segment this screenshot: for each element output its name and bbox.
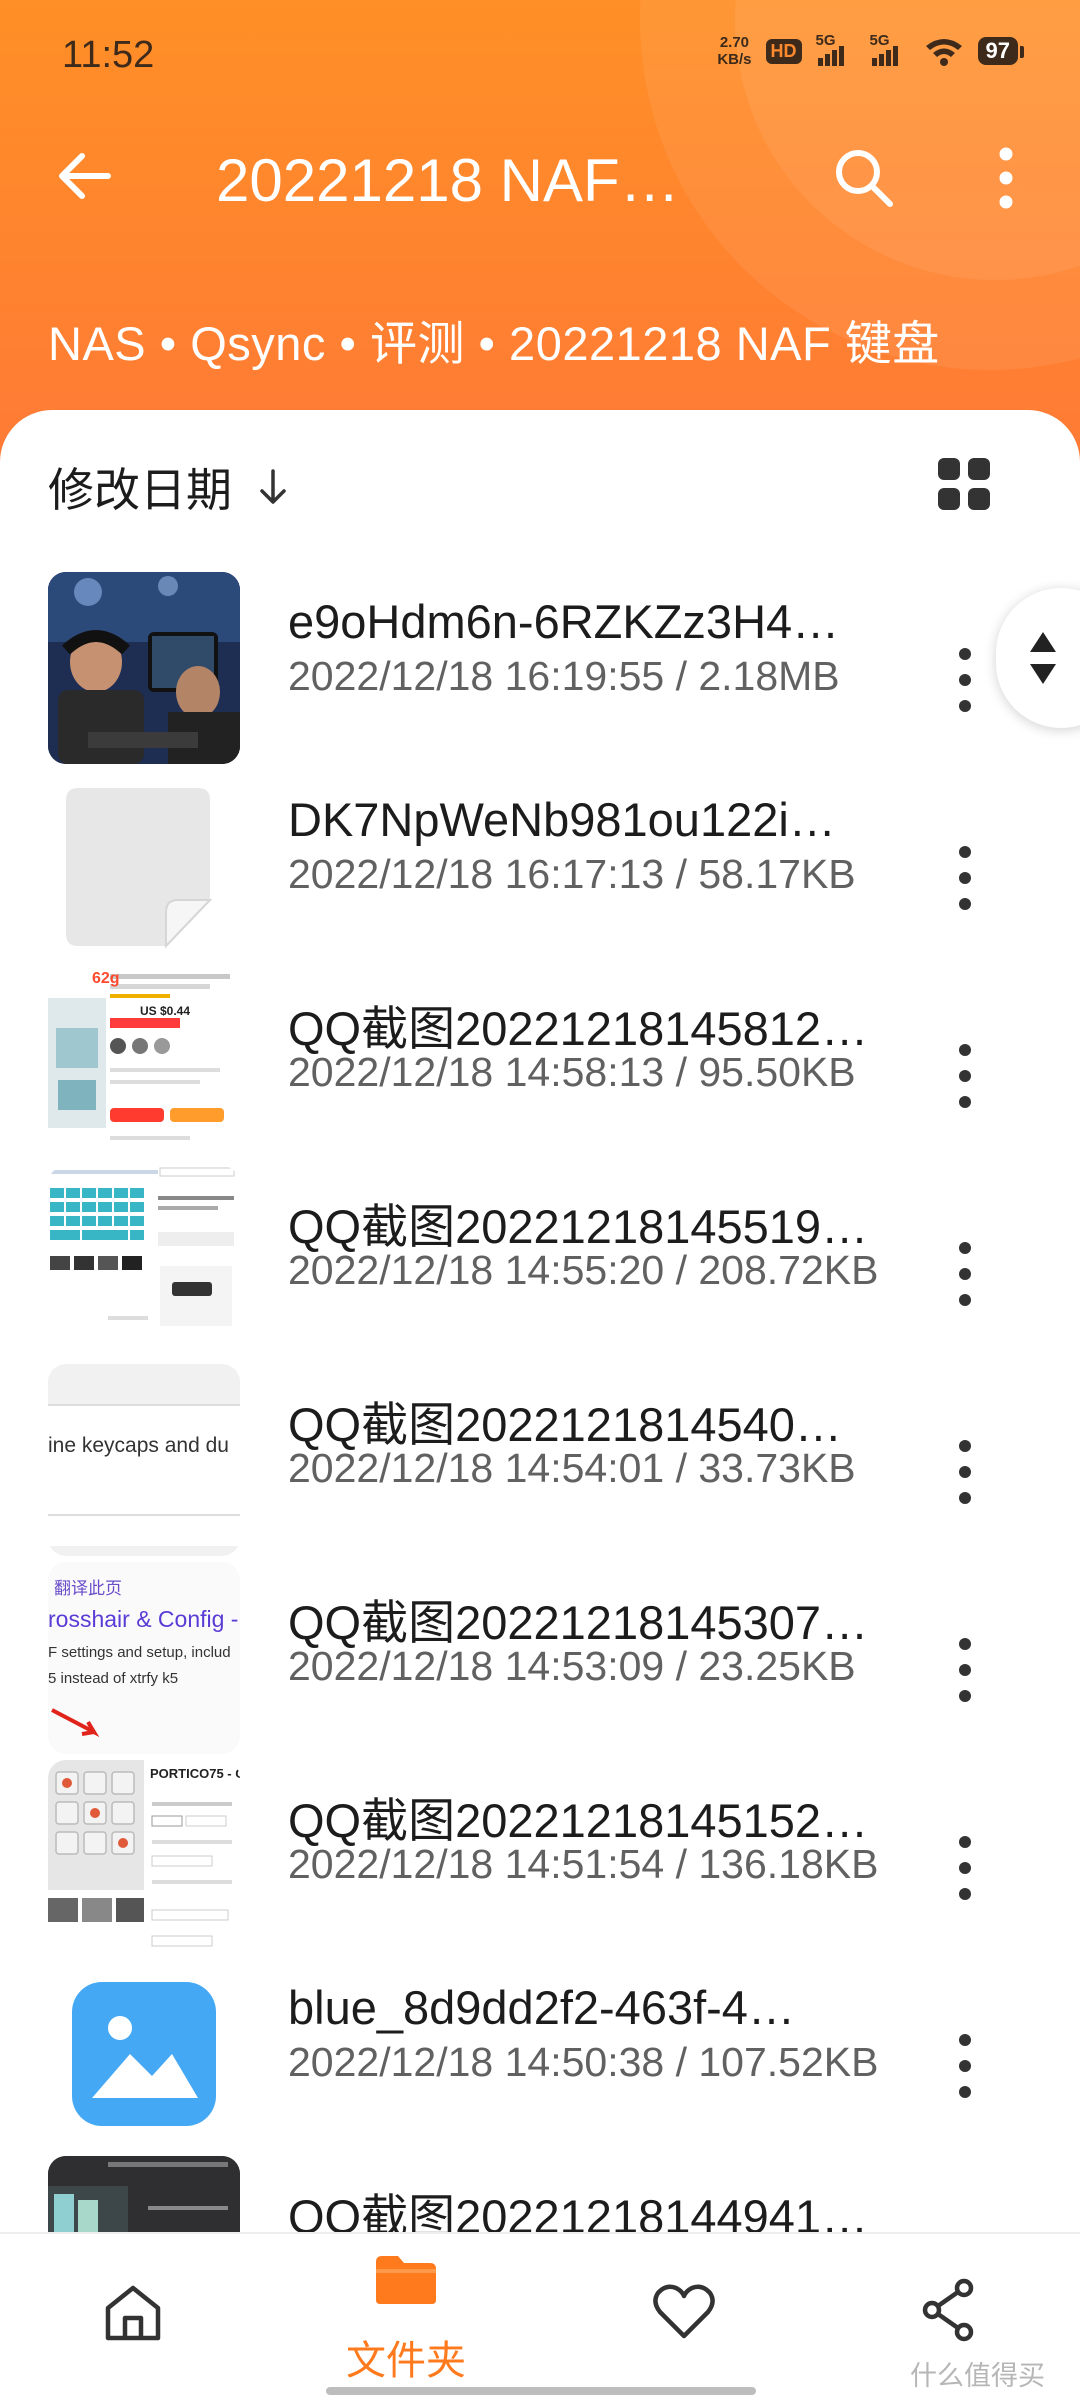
battery-icon: 97 [977,37,1025,65]
network-speed: 2.70 KB/s [717,34,751,68]
sort-label: 修改日期 [48,464,232,516]
file-meta: 2022/12/18 14:53:09 / 23.25KB [288,1643,856,1689]
status-time: 11:52 [62,34,155,76]
file-meta: 2022/12/18 14:55:20 / 208.72KB [288,1247,879,1293]
file-row[interactable]: DK7NpWeNb981ou122i… 2022/12/18 16:17:13 … [0,758,1080,962]
file-row[interactable]: QQ截图20221218145519… 2022/12/18 14:55:20 … [0,1154,1080,1358]
file-name: blue_8d9dd2f2-463f-4… [288,1981,795,2034]
screenshot-thumbnail: PORTICO75 - CLE [48,1760,240,1952]
file-meta: 2022/12/18 14:51:54 / 136.18KB [288,1841,879,1887]
hd-voice-icon: HD [765,38,802,64]
file-meta: 2022/12/18 14:54:01 / 33.73KB [288,1445,856,1491]
file-meta: 2022/12/18 16:19:55 / 2.18MB [288,653,840,699]
image-file-icon [48,1958,240,2150]
search-icon[interactable] [830,144,898,212]
more-vertical-icon[interactable] [940,1828,990,1908]
more-vertical-icon[interactable] [940,1036,990,1116]
signal-label: 5G [815,32,836,49]
file-row[interactable]: 62g US $0.44 QQ截图20221218145812… 2022/12… [0,956,1080,1160]
screenshot-thumbnail: 翻译此页 rosshair & Config - F settings and … [48,1562,240,1754]
file-meta: 2022/12/18 14:50:38 / 107.52KB [288,2039,879,2085]
screenshot-thumbnail [48,1166,240,1358]
more-vertical-icon[interactable] [940,1432,990,1512]
nav-favorites[interactable] [584,2234,784,2402]
scroll-up-down-icon [1030,632,1056,684]
thumb-translate-text: 翻译此页 [54,1579,122,1598]
home-indicator[interactable] [326,2387,756,2395]
network-speed-value: 2.70 [719,34,750,51]
wifi-icon [925,39,962,66]
more-vertical-icon[interactable] [940,640,990,720]
more-vertical-icon[interactable] [940,1234,990,1314]
file-row[interactable]: 翻译此页 rosshair & Config - F settings and … [0,1550,1080,1754]
breadcrumb[interactable]: NAS • Qsync • 评测 • 20221218 NAF 键盘 [48,305,940,374]
thumb-instead-text: 5 instead of xtrfy k5 [48,1670,179,1687]
thumb-keycaps-text: ine keycaps and du [48,1434,229,1457]
page-title: 20221218 NAF… [216,147,680,214]
signal-icon: 5G [816,32,856,66]
arrow-down-icon [260,469,286,504]
home-icon [105,2285,161,2341]
grid-view-icon[interactable] [936,456,992,512]
nav-home[interactable] [32,2234,232,2402]
network-speed-unit: KB/s [717,51,752,68]
folder-icon [376,2256,436,2304]
signal-label: 5G [869,32,890,49]
thumb-settings-text: F settings and setup, includ [48,1644,231,1661]
signal-icon: 5G [870,32,910,66]
thumb-crosshair-text: rosshair & Config - [48,1606,239,1632]
status-icons: 2.70 KB/s HD 5G 5G 97 [717,32,1025,68]
thumb-price-text: US $0.44 [140,1004,191,1018]
thumb-portico-text: PORTICO75 - CLE [150,1766,240,1781]
more-vertical-icon[interactable] [940,838,990,918]
status-bar: 11:52 2.70 KB/s HD 5G 5G 97 [0,0,1080,110]
file-icon [48,770,240,962]
sort-control[interactable]: 修改日期 [48,454,290,520]
file-row[interactable]: e9oHdm6n-6RZKZz3H4… 2022/12/18 16:19:55 … [0,560,1080,764]
header: 11:52 2.70 KB/s HD 5G 5G 97 20221218 NAF… [0,0,1080,470]
file-row[interactable]: blue_8d9dd2f2-463f-4… 2022/12/18 14:50:3… [0,1946,1080,2150]
file-list-sheet: 修改日期 e9oHdm6n-6RZKZz3H4… 2022/12/18 16:1… [0,410,1080,2400]
nav-folder[interactable]: 文件夹 [306,2234,506,2402]
more-vertical-icon[interactable] [976,144,1036,212]
more-vertical-icon[interactable] [940,2026,990,2106]
file-row[interactable]: PORTICO75 - CLE QQ截图20221218145152… 2022… [0,1748,1080,1952]
app-bar: 20221218 NAF… [0,120,1080,240]
file-row[interactable]: ine keycaps and du QQ截图2022121814540… 20… [0,1352,1080,1556]
photo-thumbnail [48,572,240,764]
more-vertical-icon[interactable] [940,1630,990,1710]
watermark: 什么值得买 [910,2361,1045,2391]
file-name: DK7NpWeNb981ou122i… [288,793,836,846]
share-icon [922,2278,974,2342]
nav-folder-label: 文件夹 [346,2339,466,2383]
back-arrow-icon[interactable] [52,144,116,208]
screenshot-thumbnail: 62g US $0.44 [48,968,240,1160]
file-meta: 2022/12/18 14:58:13 / 95.50KB [288,1049,856,1095]
heart-icon [653,2284,715,2339]
file-name: e9oHdm6n-6RZKZz3H4… [288,595,840,648]
thumb-weight-text: 62g [92,970,120,987]
screenshot-thumbnail: ine keycaps and du [48,1364,240,1556]
file-meta: 2022/12/18 16:17:13 / 58.17KB [288,851,856,897]
